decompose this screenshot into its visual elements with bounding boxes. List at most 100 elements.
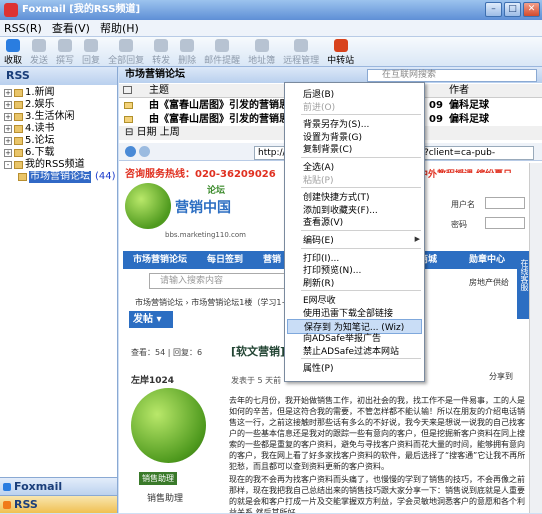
nav-checkin[interactable]: 每日签到 bbox=[207, 251, 243, 269]
context-menu-item[interactable]: 向ADSafe举报广告 bbox=[303, 331, 381, 344]
context-menu-item[interactable]: 复制背景(C) bbox=[303, 142, 352, 155]
share-button[interactable]: 分享到 bbox=[489, 371, 513, 382]
tree-item-label: 5.论坛 bbox=[25, 135, 55, 146]
context-menu-item[interactable]: 刷新(R) bbox=[303, 276, 334, 289]
nav-forum[interactable]: 市场营销论坛 bbox=[133, 251, 187, 269]
reply-all-icon bbox=[119, 39, 134, 52]
folder-icon bbox=[14, 101, 23, 109]
toolbar-button[interactable]: 转发 bbox=[148, 38, 174, 66]
context-menu-item[interactable]: E网尽收 bbox=[303, 293, 336, 306]
apple-logo-icon bbox=[125, 183, 171, 229]
toolbar-button[interactable]: 中转站 bbox=[323, 38, 358, 66]
delete-icon bbox=[180, 39, 195, 52]
feed-row-author: 偏科足球 bbox=[449, 114, 489, 125]
site-logo[interactable]: 营销中国 论坛 bbs.marketing110.com bbox=[125, 183, 246, 243]
collapse-icon[interactable]: - bbox=[4, 161, 12, 169]
tree-item-label: 2.娱乐 bbox=[25, 99, 55, 110]
housing-link[interactable]: 房地产供给 bbox=[469, 277, 509, 288]
context-menu-item[interactable]: 后退(B) bbox=[303, 87, 334, 100]
context-menu-item[interactable]: 属性(P) bbox=[303, 361, 333, 374]
tree-item[interactable]: - 我的RSS频道 bbox=[4, 159, 117, 171]
compose-icon bbox=[58, 39, 73, 52]
menu-view[interactable]: 查看(V) bbox=[52, 20, 90, 36]
toolbar-button-label: 地址簿 bbox=[248, 56, 276, 66]
context-menu-item[interactable]: 创建快捷方式(T) bbox=[303, 190, 370, 203]
tree-item[interactable]: 市场营销论坛 (44) bbox=[4, 171, 117, 183]
context-menu-item[interactable]: 编码(E) bbox=[303, 233, 334, 246]
username-input[interactable] bbox=[485, 197, 525, 209]
context-menu: 后退(B) 前进(O) 背景另存为(S)... 设置为背景(G) 复制背景(C) 全选(A… bbox=[284, 82, 425, 382]
maximize-icon[interactable]: □ bbox=[504, 2, 521, 17]
subject-column[interactable]: 主题 bbox=[149, 84, 169, 98]
tree-item[interactable]: +3.生活休闲 bbox=[4, 111, 117, 123]
toolbar-button[interactable]: 远程管理 bbox=[279, 38, 323, 66]
read-status-column-icon bbox=[123, 86, 132, 94]
menu-rss[interactable]: RSS(R) bbox=[4, 20, 42, 36]
tree-item[interactable]: +4.读书 bbox=[4, 123, 117, 135]
toolbar-button-label: 邮件提醒 bbox=[204, 56, 241, 66]
collapse-icon[interactable]: ⊟ bbox=[125, 127, 137, 138]
close-icon[interactable]: ✕ bbox=[523, 2, 540, 17]
toolbar-button[interactable]: 回复 bbox=[78, 38, 104, 66]
expand-icon[interactable]: + bbox=[4, 113, 12, 121]
toolbar-button-label: 远程管理 bbox=[283, 56, 320, 66]
tree-item[interactable]: +1.新闻 bbox=[4, 87, 117, 99]
context-menu-item[interactable]: 添加到收藏夹(F)... bbox=[303, 203, 378, 216]
new-post-button[interactable]: 发帖 ▾ bbox=[129, 311, 173, 328]
tree-item[interactable]: +6.下载 bbox=[4, 147, 117, 159]
expand-icon[interactable]: + bbox=[4, 149, 12, 157]
window-controls: – □ ✕ bbox=[485, 2, 540, 17]
toolbar-button[interactable]: 全部回复 bbox=[104, 38, 148, 66]
toolbar-button[interactable]: 发送 bbox=[26, 38, 52, 66]
author-avatar[interactable] bbox=[131, 388, 206, 463]
context-menu-item[interactable]: 打印预览(N)... bbox=[303, 263, 361, 276]
expand-icon[interactable]: + bbox=[4, 125, 12, 133]
forward-icon[interactable] bbox=[139, 146, 150, 157]
author-column[interactable]: 作者 bbox=[449, 84, 469, 98]
toolbar-button[interactable]: 收取 bbox=[0, 38, 26, 66]
context-menu-item[interactable]: 全选(A) bbox=[303, 160, 334, 173]
toolbar-button[interactable]: 撰写 bbox=[52, 38, 78, 66]
web-search-input[interactable]: 在互联网搜索 bbox=[367, 69, 537, 82]
toolbar-button[interactable]: 邮件提醒 bbox=[200, 38, 244, 66]
nav-medals[interactable]: 勋章中心 bbox=[469, 251, 505, 269]
menu-help[interactable]: 帮助(H) bbox=[100, 20, 139, 36]
context-menu-item[interactable]: 设置为背景(G) bbox=[303, 130, 362, 143]
sidebar-bottom-tabs: Foxmail RSS bbox=[0, 477, 117, 513]
tab-rss[interactable]: RSS bbox=[0, 495, 117, 513]
context-menu-item[interactable]: 背景另存为(S)... bbox=[303, 117, 369, 130]
tree-item[interactable]: +2.娱乐 bbox=[4, 99, 117, 111]
context-menu-item[interactable]: 打印(I)... bbox=[303, 251, 339, 264]
post-paragraph: 去年的七月份，我开始做销售工作，初出社会的我，找工作不是一件易事，工的人是如何的… bbox=[229, 396, 526, 471]
unread-count: (44) bbox=[95, 171, 116, 182]
folder-icon bbox=[14, 137, 23, 145]
web-scrollbar[interactable] bbox=[529, 163, 542, 513]
toolbar-button[interactable]: 地址簿 bbox=[244, 38, 279, 66]
rss-tree: +1.新闻 +2.娱乐 +3.生活休闲 +4.读书 +5.论坛 +6.下载 - 我的RSS频道… bbox=[0, 85, 117, 183]
password-input[interactable] bbox=[485, 217, 525, 229]
post-time: 发表于 5 天前 bbox=[231, 376, 282, 385]
tree-item-label: 4.读书 bbox=[25, 123, 55, 134]
context-menu-item[interactable]: 前进(O) bbox=[303, 100, 335, 113]
tree-item[interactable]: +5.论坛 bbox=[4, 135, 117, 147]
foxmail-tab-icon bbox=[3, 483, 11, 491]
minimize-icon[interactable]: – bbox=[485, 2, 502, 17]
toolbar-button[interactable]: 删除 bbox=[174, 38, 200, 66]
context-menu-item[interactable]: 查看源(V) bbox=[303, 215, 343, 228]
tab-foxmail[interactable]: Foxmail bbox=[0, 477, 117, 495]
context-menu-item[interactable]: 使用迅雷下载全部链接 bbox=[303, 306, 393, 319]
expand-icon[interactable]: + bbox=[4, 101, 12, 109]
post-author[interactable]: 左岸1024 bbox=[131, 373, 174, 386]
context-menu-item[interactable]: 粘贴(P) bbox=[303, 173, 333, 186]
submenu-arrow-icon: ▶ bbox=[414, 235, 420, 243]
back-icon[interactable] bbox=[125, 146, 136, 157]
nav-marketing[interactable]: 营销 bbox=[263, 251, 281, 269]
expand-icon[interactable]: + bbox=[4, 89, 12, 97]
site-search-placeholder: 请输入搜索内容 bbox=[160, 276, 224, 286]
context-menu-item[interactable]: 禁止ADSafe过滤本网站 bbox=[303, 344, 399, 357]
expand-icon[interactable]: + bbox=[4, 137, 12, 145]
date-group-value: 上周 bbox=[159, 127, 180, 138]
mail-alert-icon bbox=[215, 39, 230, 52]
window-title: Foxmail [我的RSS频道] bbox=[22, 4, 141, 15]
site-search-input[interactable]: 请输入搜索内容 bbox=[149, 273, 299, 289]
